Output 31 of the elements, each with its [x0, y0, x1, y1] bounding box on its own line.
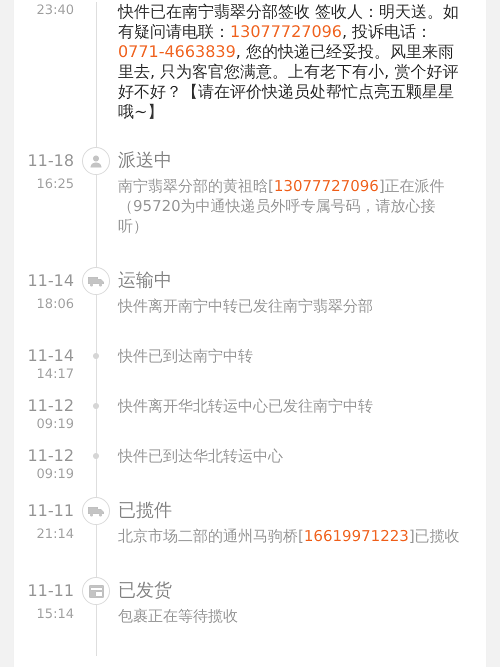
event-description: 快件已到达华北转运中心	[118, 446, 284, 466]
event-description: 快件已到达南宁中转	[118, 346, 254, 366]
event-time: 18:06	[36, 296, 74, 314]
truck-icon	[88, 505, 104, 517]
card-icon	[88, 584, 104, 598]
event-description: 快件离开南宁中转已发往南宁翡翠分部	[118, 296, 374, 316]
event-time: 14:17	[36, 366, 74, 384]
status-title: 已揽件	[118, 499, 173, 523]
person-icon	[89, 154, 103, 168]
event-date: 11-12	[28, 396, 74, 416]
event-date: 11-14	[28, 346, 74, 366]
event-date: 11-12	[28, 446, 74, 466]
event-time: 21:14	[36, 526, 74, 544]
event-time: 09:19	[36, 416, 74, 434]
status-title: 派送中	[118, 149, 173, 173]
truck-icon	[88, 275, 104, 287]
event-date: 11-14	[28, 270, 74, 292]
event-time: 16:25	[36, 176, 74, 194]
status-title: 已发货	[118, 579, 173, 603]
event-time: 15:14	[36, 606, 74, 624]
event-description: 北京市场二部的通州马驹桥[16619971223]已揽收	[118, 526, 461, 546]
event-date: 11-11	[28, 580, 74, 602]
event-description: 快件离开华北转运中心已发往南宁中转	[118, 396, 374, 416]
event-description: 快件已在南宁翡翠分部签收 签收人：明天送。如有疑问请电联：13077727096, 投诉电话： 0771-4663839, 您的快递已经妥投。风里来雨里去, 只为客官您满意。上有老下有小, 赏个好评好不好？【请在评价快递员处帮忙点亮五颗星星哦~】	[118, 2, 460, 122]
event-description: 包裹正在等待揽收	[118, 606, 239, 626]
event-time: 09:19	[36, 466, 74, 484]
event-time: 23:40	[36, 2, 74, 20]
event-description: 南宁翡翠分部的黄祖晗[13077727096]正在派件（95720为中通快递员外呼专属号码，请放心接听）	[118, 176, 446, 236]
event-date: 11-18	[28, 150, 74, 172]
event-date: 11-11	[28, 500, 74, 522]
status-title: 运输中	[118, 269, 173, 293]
